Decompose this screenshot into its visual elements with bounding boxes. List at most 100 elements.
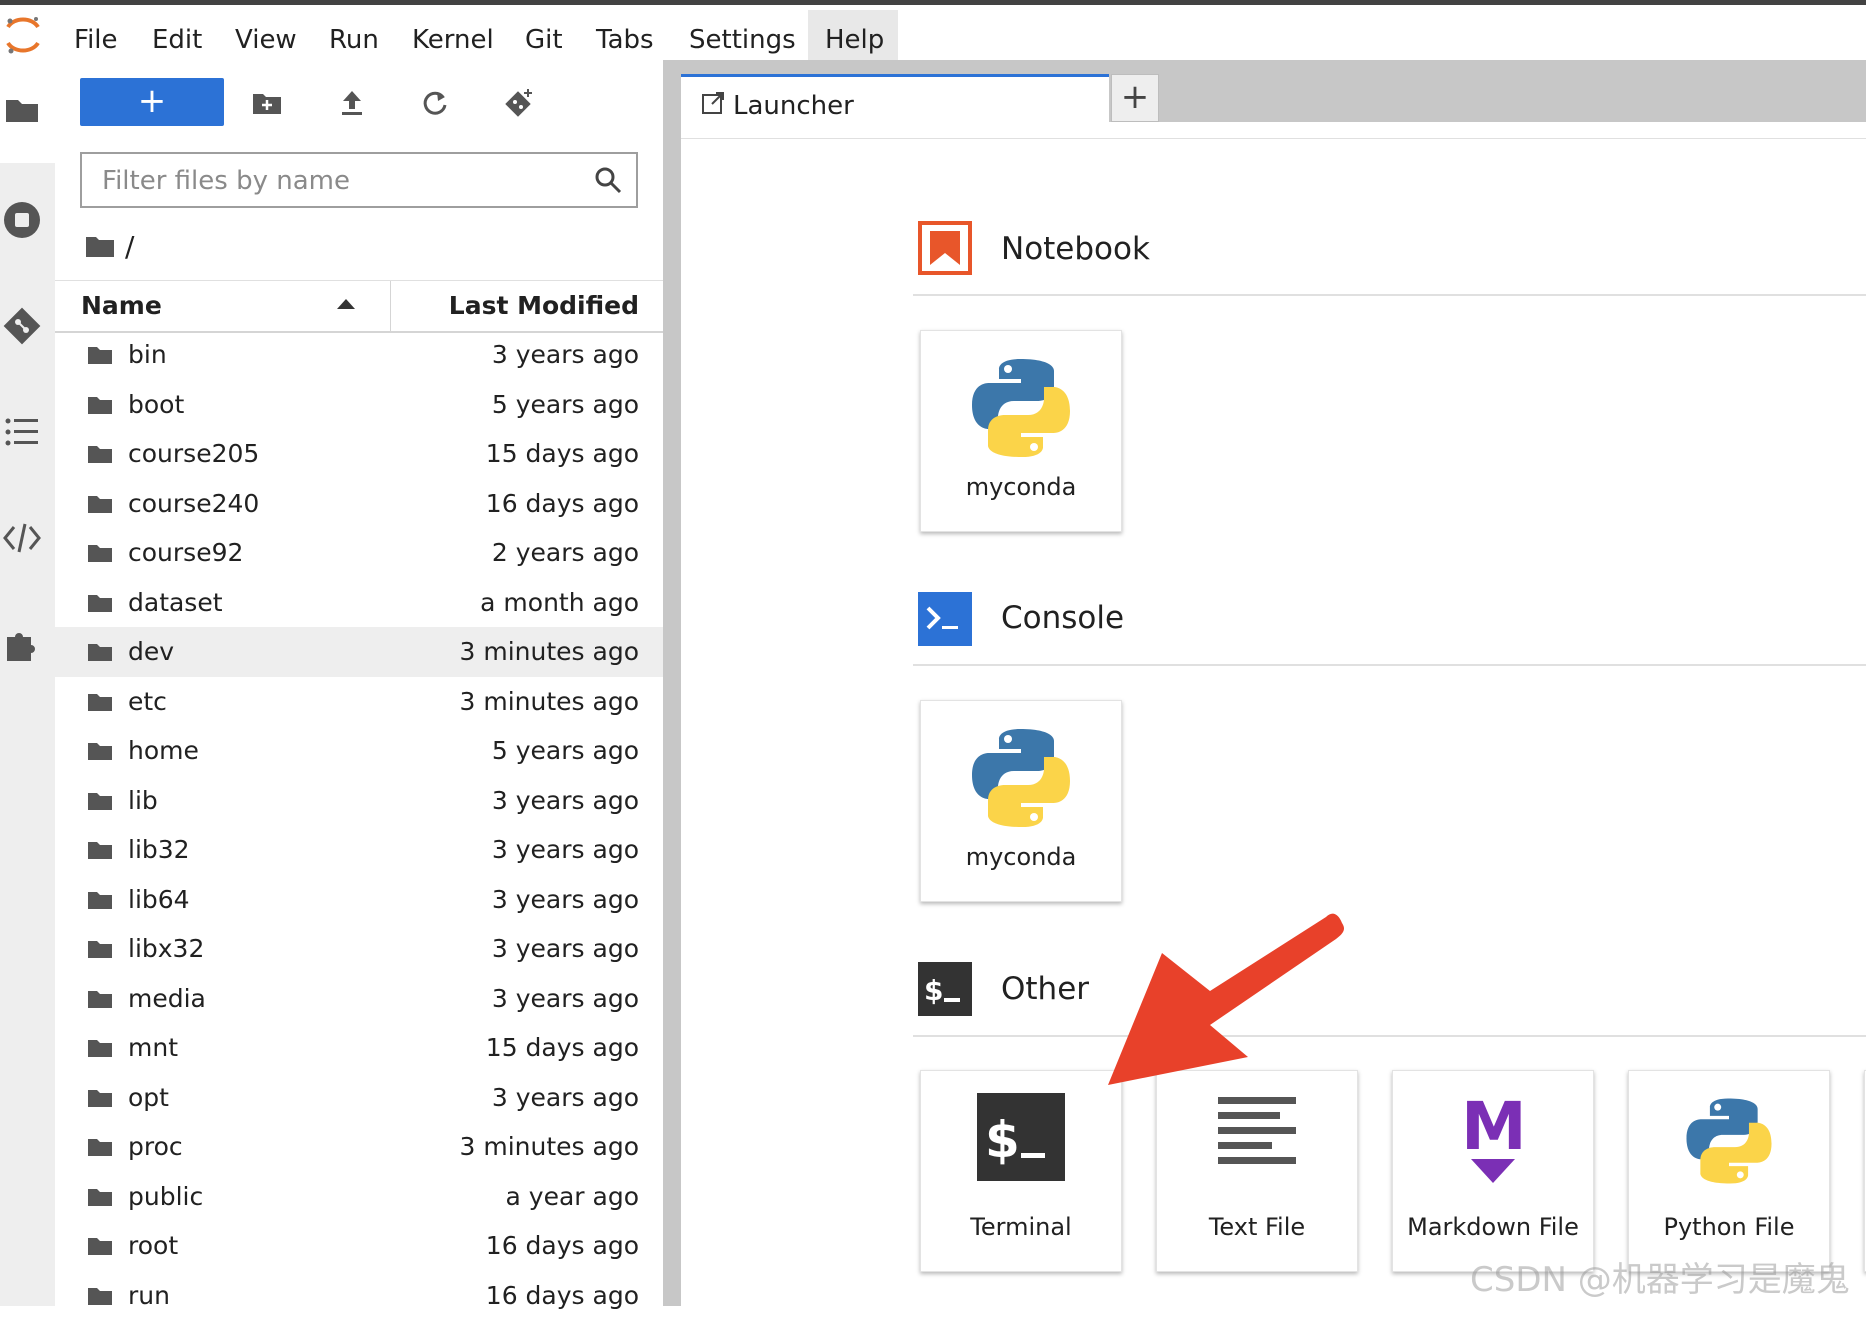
folder-icon bbox=[87, 989, 113, 1009]
svg-text:M: M bbox=[1461, 1093, 1525, 1165]
file-row[interactable]: course20515 days ago bbox=[55, 429, 663, 479]
menu-file[interactable]: File bbox=[74, 10, 118, 65]
file-modified: 3 years ago bbox=[492, 825, 639, 874]
file-row[interactable]: bin3 years ago bbox=[55, 330, 663, 380]
running-icon[interactable] bbox=[0, 198, 44, 242]
file-row[interactable]: course24016 days ago bbox=[55, 479, 663, 529]
file-name: public bbox=[128, 1172, 203, 1221]
property-inspector-icon[interactable] bbox=[0, 516, 44, 560]
terminal-label: Terminal bbox=[921, 1213, 1121, 1241]
refresh-icon[interactable] bbox=[418, 86, 452, 120]
markdown-file-label: Markdown File bbox=[1393, 1213, 1593, 1241]
file-row[interactable]: lib643 years ago bbox=[55, 875, 663, 925]
svg-text:$: $ bbox=[985, 1111, 1020, 1169]
tab-launcher[interactable]: Launcher bbox=[681, 74, 1109, 138]
breadcrumb-root[interactable]: / bbox=[125, 230, 134, 263]
file-row[interactable]: course92 2 years ago bbox=[55, 528, 663, 578]
file-row[interactable]: media3 years ago bbox=[55, 974, 663, 1024]
other-section-divider bbox=[913, 1035, 1866, 1037]
column-last-modified-header[interactable]: Last Modified bbox=[449, 281, 639, 331]
toc-icon[interactable] bbox=[0, 410, 44, 454]
console-myconda-card[interactable]: myconda bbox=[920, 700, 1122, 902]
menu-git[interactable]: Git bbox=[525, 10, 563, 65]
search-icon bbox=[594, 166, 622, 194]
file-modified: 3 years ago bbox=[492, 924, 639, 973]
folder-icon bbox=[87, 642, 113, 662]
file-name: run bbox=[128, 1271, 170, 1320]
panel-splitter[interactable] bbox=[663, 60, 681, 1306]
file-name: proc bbox=[128, 1122, 183, 1171]
sort-ascending-icon bbox=[337, 299, 355, 309]
console-myconda-label: myconda bbox=[921, 843, 1121, 871]
menu-settings[interactable]: Settings bbox=[689, 10, 796, 65]
menu-run[interactable]: Run bbox=[329, 10, 379, 65]
menu-kernel[interactable]: Kernel bbox=[412, 10, 494, 65]
file-row[interactable]: etc3 minutes ago bbox=[55, 677, 663, 727]
file-row[interactable]: lib3 years ago bbox=[55, 776, 663, 826]
folder-icon bbox=[87, 444, 113, 464]
new-launcher-button[interactable]: + bbox=[80, 78, 224, 126]
file-row[interactable]: proc3 minutes ago bbox=[55, 1122, 663, 1172]
breadcrumb: / bbox=[85, 228, 134, 264]
file-list-header: Name Last Modified bbox=[55, 280, 663, 333]
file-name: root bbox=[128, 1221, 178, 1270]
menu-help[interactable]: Help bbox=[825, 10, 884, 65]
markdown-icon: M bbox=[1461, 1093, 1525, 1189]
python-file-card[interactable]: Python File bbox=[1628, 1070, 1830, 1272]
file-name: course205 bbox=[128, 429, 259, 478]
extension-icon[interactable] bbox=[0, 622, 44, 666]
file-row[interactable]: root16 days ago bbox=[55, 1221, 663, 1271]
file-modified: a year ago bbox=[506, 1172, 639, 1221]
file-row[interactable]: run 16 days ago bbox=[55, 1271, 663, 1320]
file-row[interactable]: home5 years ago bbox=[55, 726, 663, 776]
markdown-file-card[interactable]: M Markdown File bbox=[1392, 1070, 1594, 1272]
folder-icon[interactable] bbox=[0, 88, 44, 132]
watermark: CSDN @机器学习是魔鬼 bbox=[1470, 1252, 1850, 1301]
file-name: dev bbox=[128, 627, 174, 676]
column-name-header[interactable]: Name bbox=[81, 281, 162, 331]
file-row[interactable]: dev3 minutes ago bbox=[55, 627, 663, 677]
file-modified: 3 years ago bbox=[492, 974, 639, 1023]
annotation-arrow-icon bbox=[1100, 905, 1350, 1085]
python-logo-icon bbox=[968, 723, 1074, 833]
folder-icon bbox=[87, 939, 113, 959]
menu-view[interactable]: View bbox=[235, 10, 297, 65]
file-modified: 16 days ago bbox=[486, 1271, 639, 1320]
git-icon[interactable] bbox=[0, 304, 44, 348]
file-row[interactable]: mnt15 days ago bbox=[55, 1023, 663, 1073]
file-name: course92 bbox=[128, 528, 243, 577]
git-clone-icon[interactable] bbox=[502, 86, 536, 120]
file-row[interactable]: libx323 years ago bbox=[55, 924, 663, 974]
folder-icon bbox=[87, 593, 113, 613]
launcher-tab-icon bbox=[701, 91, 725, 115]
filter-files-field[interactable] bbox=[80, 152, 638, 208]
menu-tabs[interactable]: Tabs bbox=[596, 10, 654, 65]
file-modified: 3 minutes ago bbox=[460, 677, 639, 726]
other-section-icon: $ bbox=[918, 962, 972, 1016]
file-row[interactable]: boot5 years ago bbox=[55, 380, 663, 430]
upload-icon[interactable] bbox=[335, 86, 369, 120]
file-row[interactable]: dataseta month ago bbox=[55, 578, 663, 628]
notebook-myconda-card[interactable]: myconda bbox=[920, 330, 1122, 532]
file-modified: 5 years ago bbox=[492, 380, 639, 429]
tab-launcher-label: Launcher bbox=[733, 77, 854, 135]
file-modified: 3 years ago bbox=[492, 330, 639, 379]
file-row[interactable]: public a year ago bbox=[55, 1172, 663, 1222]
terminal-card[interactable]: $ Terminal bbox=[920, 1070, 1122, 1272]
file-row[interactable]: lib323 years ago bbox=[55, 825, 663, 875]
file-name: mnt bbox=[128, 1023, 178, 1072]
root-folder-icon[interactable] bbox=[85, 234, 115, 258]
file-name: opt bbox=[128, 1073, 169, 1122]
file-modified: 3 years ago bbox=[492, 776, 639, 825]
new-folder-icon[interactable] bbox=[250, 86, 284, 120]
add-tab-button[interactable]: + bbox=[1111, 74, 1159, 122]
folder-icon bbox=[87, 1137, 113, 1157]
column-separator bbox=[390, 281, 391, 331]
left-activity-bar bbox=[0, 60, 56, 1306]
file-modified: 2 years ago bbox=[492, 528, 639, 577]
menu-edit[interactable]: Edit bbox=[152, 10, 202, 65]
file-row[interactable]: opt3 years ago bbox=[55, 1073, 663, 1123]
text-file-card[interactable]: Text File bbox=[1156, 1070, 1358, 1272]
filter-files-input[interactable] bbox=[100, 164, 584, 198]
folder-icon bbox=[87, 1187, 113, 1207]
